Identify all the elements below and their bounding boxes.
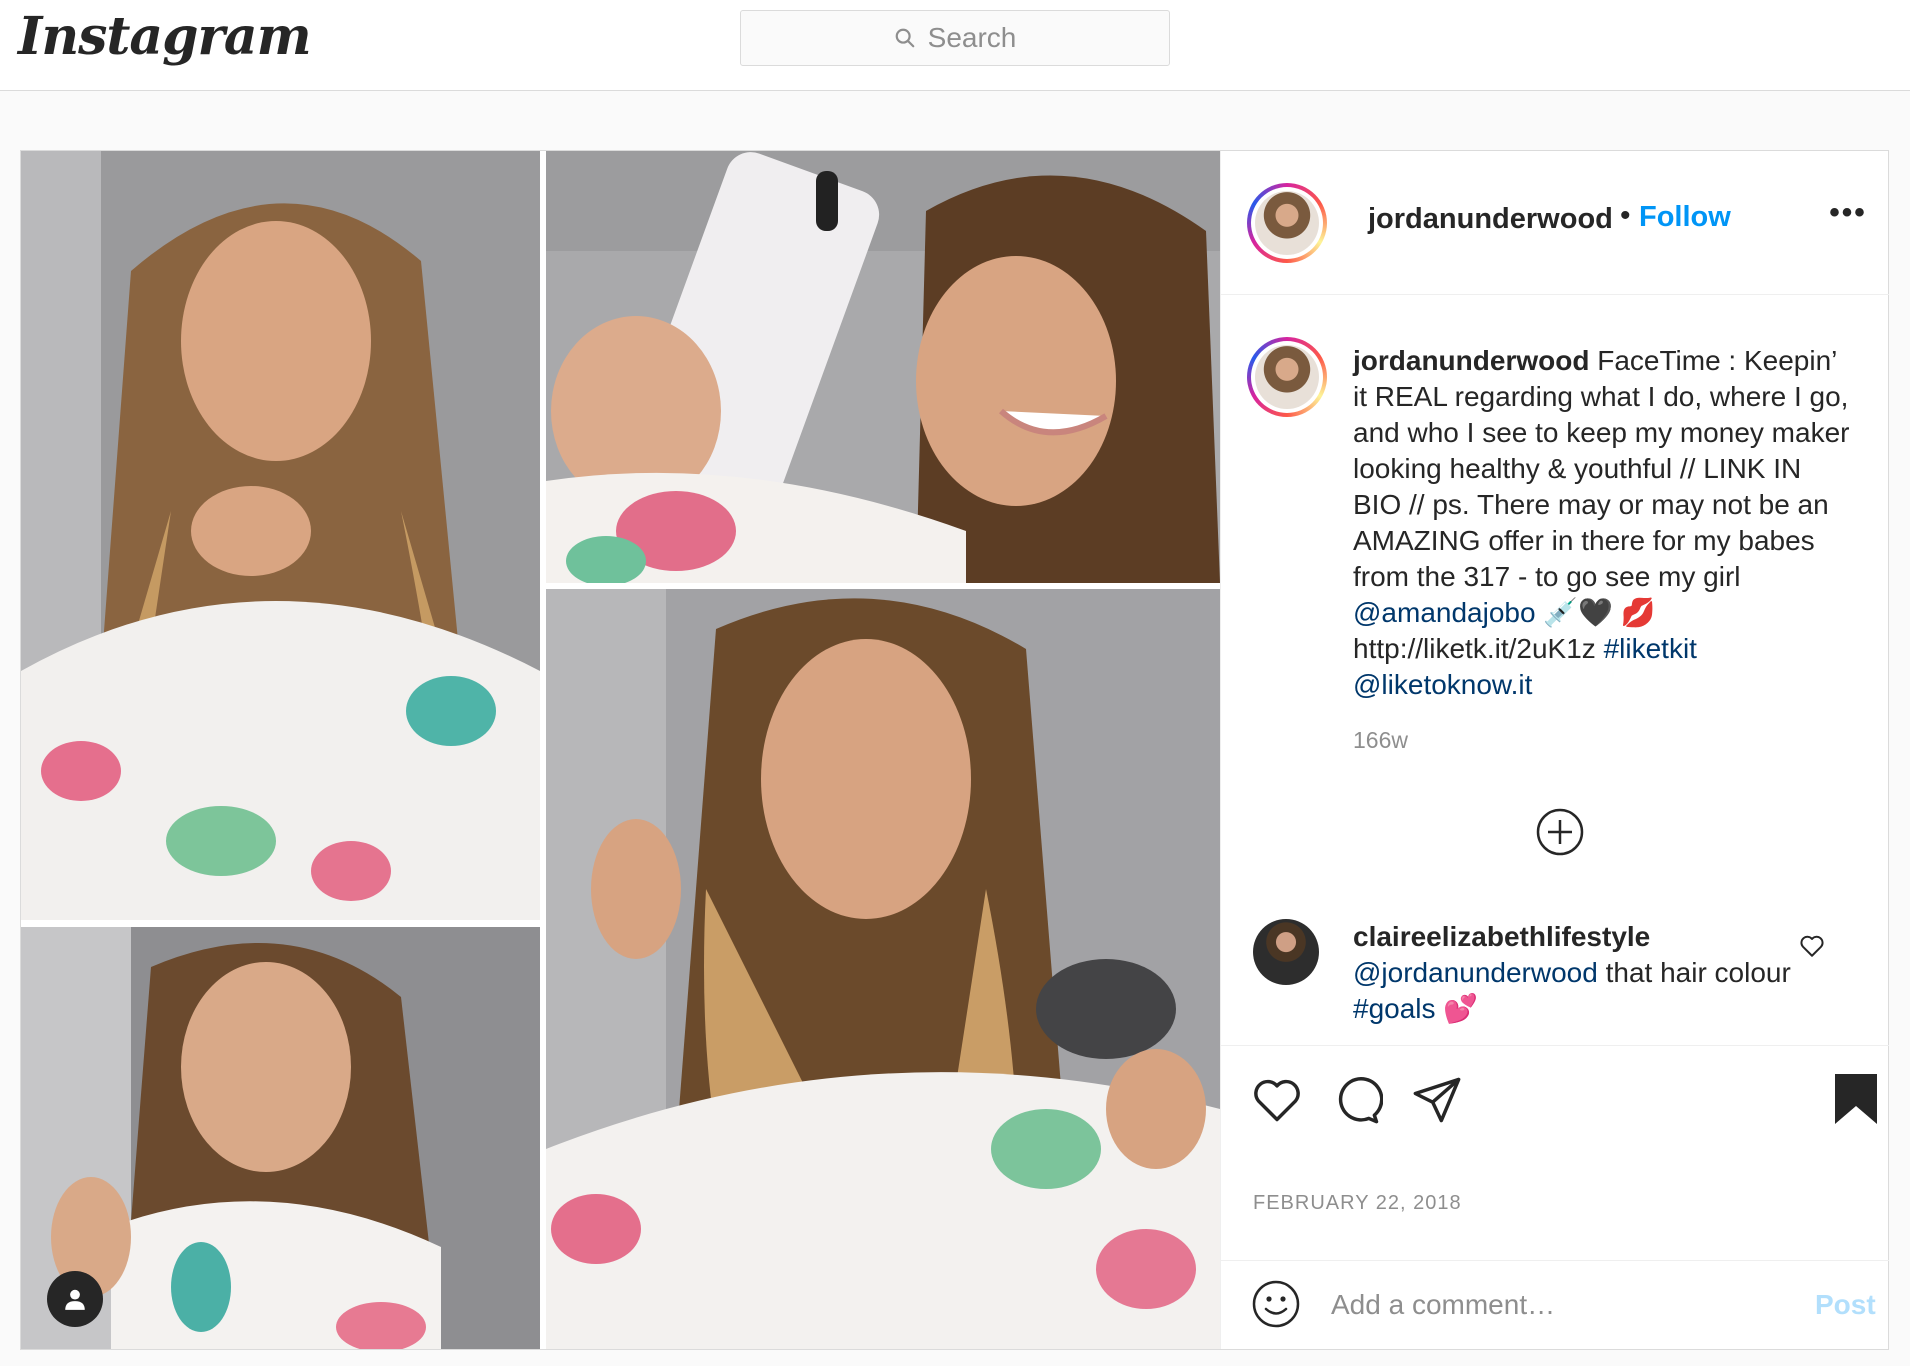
comment-emoji: 💕 (1435, 993, 1479, 1024)
post-actions-section: FEBRUARY 22, 2018 Post (1221, 1045, 1889, 1345)
follow-button[interactable]: Follow (1639, 201, 1731, 234)
post-caption: jordanunderwood FaceTime : Keepin’ it RE… (1353, 343, 1853, 703)
post-card: jordanunderwood • Follow ••• jordanunder… (20, 150, 1889, 1350)
search-placeholder: Search (927, 22, 1017, 53)
separator-dot: • (1620, 199, 1631, 232)
author-avatar[interactable] (1247, 183, 1327, 263)
comment-text: that hair colour (1597, 957, 1791, 988)
caption-username[interactable]: jordanunderwood (1353, 345, 1589, 376)
paper-plane-icon (1413, 1077, 1461, 1123)
caption-emoji: 💋 (1620, 597, 1656, 628)
mention-link[interactable]: @amandajobo (1353, 597, 1536, 628)
post-image-collage[interactable] (21, 151, 1220, 1349)
caption-time-ago[interactable]: 166w (1353, 727, 1408, 754)
add-comment-row: Post (1221, 1260, 1889, 1346)
author-username[interactable]: jordanunderwood (1368, 203, 1613, 236)
save-button[interactable] (1833, 1072, 1879, 1126)
commenter-avatar[interactable] (1253, 919, 1319, 985)
hashtag-link[interactable]: #goals (1353, 993, 1436, 1024)
comment-button[interactable] (1331, 1074, 1384, 1126)
comment-bubble-icon (1338, 1077, 1384, 1124)
post-comment-button[interactable]: Post (1815, 1289, 1876, 1321)
instagram-logo[interactable]: Instagram (18, 6, 312, 67)
search-box[interactable]: Search (740, 10, 1170, 66)
post-date[interactable]: FEBRUARY 22, 2018 (1253, 1192, 1462, 1215)
comment-input[interactable] (1331, 1287, 1751, 1323)
comment-item: claireelizabethlifestyle @jordanunderwoo… (1353, 919, 1793, 1027)
plus-circle-icon[interactable] (1535, 807, 1585, 857)
user-tag-icon (65, 1289, 85, 1310)
caption-url[interactable]: http://liketk.it/2uK1z (1353, 633, 1604, 664)
more-options-icon[interactable]: ••• (1826, 193, 1870, 233)
hashtag-link[interactable]: #liketkit (1604, 633, 1697, 664)
top-navigation-bar: Instagram Search (0, 0, 1910, 91)
caption-emoji: 💉🖤 (1535, 597, 1614, 628)
heart-icon[interactable] (1799, 933, 1825, 959)
smiley-icon[interactable] (1251, 1279, 1301, 1329)
share-button[interactable] (1411, 1074, 1463, 1126)
caption-author-avatar[interactable] (1247, 337, 1327, 417)
like-button[interactable] (1251, 1074, 1303, 1126)
collage-photo-selfie (546, 151, 1220, 583)
search-icon (895, 28, 914, 48)
collage-photo-blowing-kiss (21, 151, 540, 920)
tagged-users-button[interactable] (47, 1271, 103, 1327)
bookmark-icon (1835, 1074, 1877, 1124)
mention-link[interactable]: @jordanunderwood (1353, 957, 1598, 988)
heart-icon (1254, 1079, 1300, 1122)
caption-text: FaceTime : Keepin’ it REAL regarding wha… (1353, 345, 1850, 592)
post-details-panel: jordanunderwood • Follow ••• jordanunder… (1220, 151, 1889, 1349)
collage-photo-kiss-pose (546, 589, 1220, 1349)
post-header: jordanunderwood • Follow ••• (1221, 151, 1889, 295)
commenter-username[interactable]: claireelizabethlifestyle (1353, 921, 1650, 952)
mention-link[interactable]: @liketoknow.it (1353, 669, 1532, 700)
